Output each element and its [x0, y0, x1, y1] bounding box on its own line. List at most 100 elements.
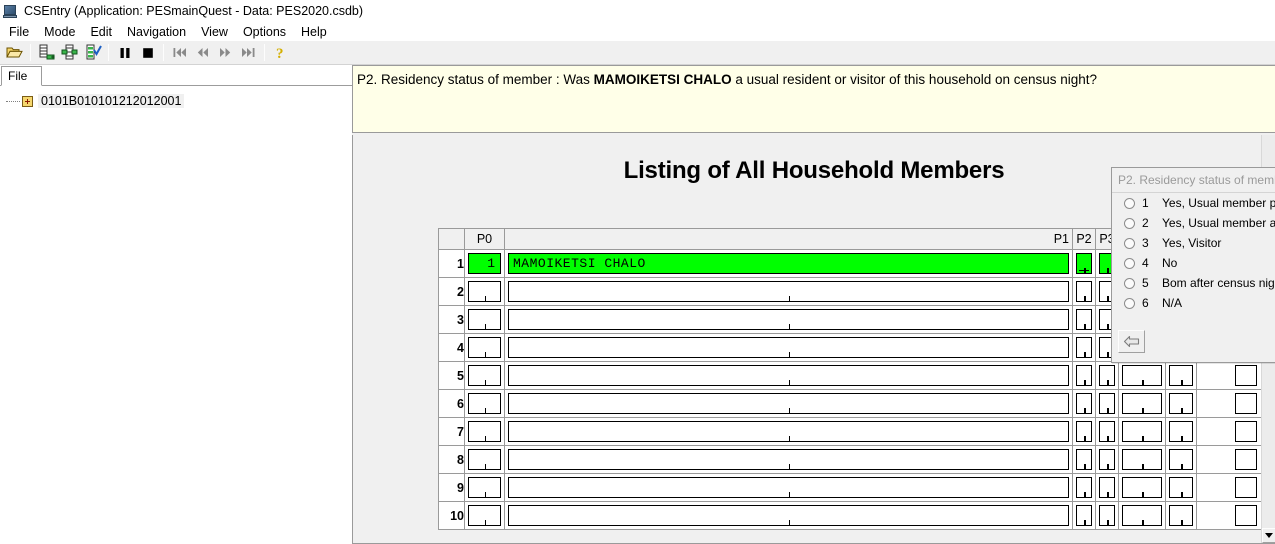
radio-icon[interactable]	[1124, 217, 1135, 229]
cell-p2[interactable]	[1072, 501, 1096, 530]
previous-record-button[interactable]	[191, 42, 214, 63]
cell-p1[interactable]	[504, 417, 1073, 446]
case-tree[interactable]: 0101B010101212012001	[0, 86, 352, 544]
insert-record-button[interactable]	[58, 42, 81, 63]
cell-p6[interactable]	[1196, 473, 1261, 502]
cell-p1[interactable]	[504, 501, 1073, 530]
cell-p2[interactable]	[1072, 249, 1096, 278]
menu-navigation[interactable]: Navigation	[120, 24, 194, 40]
radio-icon[interactable]	[1124, 257, 1135, 269]
cell-p2[interactable]	[1072, 445, 1096, 474]
cell-p4[interactable]	[1118, 445, 1166, 474]
cell-p0[interactable]	[464, 501, 505, 530]
menu-edit[interactable]: Edit	[83, 24, 120, 40]
field-p4[interactable]	[1122, 505, 1162, 526]
cell-p1[interactable]	[504, 333, 1073, 362]
cell-p6[interactable]	[1196, 389, 1261, 418]
cell-p3[interactable]	[1095, 473, 1119, 502]
menu-view[interactable]: View	[194, 24, 236, 40]
field-p1[interactable]	[508, 477, 1069, 498]
next-record-button[interactable]	[214, 42, 237, 63]
cell-p6[interactable]	[1196, 417, 1261, 446]
cell-p2[interactable]	[1072, 417, 1096, 446]
table-row[interactable]: 9	[438, 473, 1261, 502]
field-p1[interactable]	[508, 281, 1069, 302]
last-record-button[interactable]	[237, 42, 260, 63]
field-p4[interactable]	[1122, 365, 1162, 386]
field-p0[interactable]	[468, 449, 501, 470]
cell-p1[interactable]	[504, 389, 1073, 418]
field-p2[interactable]	[1076, 449, 1092, 470]
stop-button[interactable]	[136, 42, 159, 63]
cell-p0[interactable]	[464, 389, 505, 418]
cell-p2[interactable]	[1072, 333, 1096, 362]
radio-icon[interactable]	[1124, 197, 1135, 209]
valueset-back-button[interactable]	[1118, 330, 1145, 353]
cell-p0[interactable]	[464, 305, 505, 334]
field-p0[interactable]: 1	[468, 253, 501, 274]
cell-p1[interactable]	[504, 361, 1073, 390]
valueset-option-3[interactable]: 3 Yes, Visitor	[1112, 233, 1275, 253]
cell-p1[interactable]	[504, 305, 1073, 334]
valueset-popup[interactable]: P2. Residency status of memb 1 Yes, Usual…	[1111, 167, 1275, 363]
field-p1[interactable]: MAMOIKETSI CHALO	[508, 253, 1069, 274]
field-p0[interactable]	[468, 421, 501, 442]
tree-expander-plus-icon[interactable]	[22, 95, 33, 107]
cell-p0[interactable]	[464, 361, 505, 390]
cell-p4[interactable]	[1118, 473, 1166, 502]
first-record-button[interactable]	[168, 42, 191, 63]
add-record-button[interactable]	[35, 42, 58, 63]
cell-p5[interactable]	[1165, 389, 1197, 418]
field-p1[interactable]	[508, 421, 1069, 442]
open-folder-button[interactable]	[3, 42, 26, 63]
field-p6[interactable]	[1235, 421, 1257, 442]
field-p3[interactable]	[1099, 477, 1115, 498]
field-p1[interactable]	[508, 393, 1069, 414]
field-p2[interactable]	[1076, 337, 1092, 358]
cell-p6[interactable]	[1196, 361, 1261, 390]
cell-p5[interactable]	[1165, 445, 1197, 474]
field-p1[interactable]	[508, 337, 1069, 358]
field-p3[interactable]	[1099, 449, 1115, 470]
cell-p4[interactable]	[1118, 501, 1166, 530]
table-row[interactable]: 10	[438, 501, 1261, 530]
radio-icon[interactable]	[1124, 297, 1135, 309]
cell-p5[interactable]	[1165, 361, 1197, 390]
field-p2[interactable]	[1076, 309, 1092, 330]
cell-p3[interactable]	[1095, 389, 1119, 418]
field-p5[interactable]	[1169, 505, 1193, 526]
cell-p0[interactable]	[464, 333, 505, 362]
field-p5[interactable]	[1169, 365, 1193, 386]
table-row[interactable]: 8	[438, 445, 1261, 474]
valueset-option-1[interactable]: 1 Yes, Usual member pr	[1112, 193, 1275, 213]
cell-p0[interactable]	[464, 277, 505, 306]
scrollbar-down-button[interactable]	[1262, 528, 1275, 543]
field-p4[interactable]	[1122, 477, 1162, 498]
table-row[interactable]: 7	[438, 417, 1261, 446]
menu-mode[interactable]: Mode	[37, 24, 83, 40]
radio-icon[interactable]	[1124, 237, 1135, 249]
cell-p0[interactable]	[464, 417, 505, 446]
cell-p0[interactable]	[464, 445, 505, 474]
verify-record-button[interactable]	[81, 42, 104, 63]
field-p2[interactable]	[1076, 421, 1092, 442]
cell-p2[interactable]	[1072, 473, 1096, 502]
radio-icon[interactable]	[1124, 277, 1135, 289]
field-p4[interactable]	[1122, 421, 1162, 442]
field-p1[interactable]	[508, 505, 1069, 526]
table-row[interactable]: 6	[438, 389, 1261, 418]
cell-p2[interactable]	[1072, 305, 1096, 334]
cell-p5[interactable]	[1165, 473, 1197, 502]
field-p3[interactable]	[1099, 421, 1115, 442]
menu-options[interactable]: Options	[236, 24, 294, 40]
cell-p0[interactable]	[464, 473, 505, 502]
field-p6[interactable]	[1235, 477, 1257, 498]
cell-p2[interactable]	[1072, 361, 1096, 390]
field-p5[interactable]	[1169, 449, 1193, 470]
cell-p2[interactable]	[1072, 277, 1096, 306]
valueset-option-2[interactable]: 2 Yes, Usual member abs	[1112, 213, 1275, 233]
field-p0[interactable]	[468, 505, 501, 526]
field-p2[interactable]	[1076, 365, 1092, 386]
field-p1[interactable]	[508, 449, 1069, 470]
cell-p3[interactable]	[1095, 417, 1119, 446]
